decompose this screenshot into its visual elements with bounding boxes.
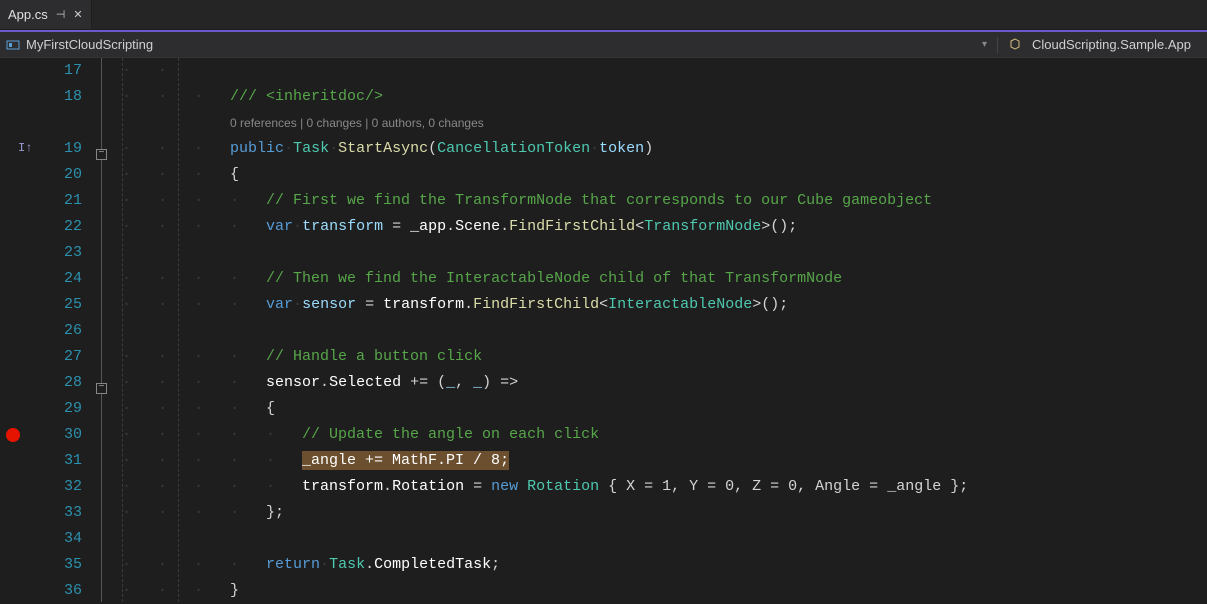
code-text: InteractableNode <box>608 296 752 313</box>
line-number: 24 <box>40 266 82 292</box>
code-text: , <box>455 374 473 391</box>
tab-bar: App.cs ⊣ ✕ <box>0 0 1207 30</box>
code-text: = <box>383 218 410 235</box>
code-text: _app <box>410 218 446 235</box>
code-text: TransformNode <box>644 218 761 235</box>
line-number: 18 <box>40 84 82 110</box>
code-text: transform <box>302 478 383 495</box>
line-number: 20 <box>40 162 82 188</box>
code-text: ) => <box>482 374 518 391</box>
code-text: transform <box>383 296 464 313</box>
chevron-down-icon[interactable]: ▾ <box>982 39 987 50</box>
line-number: 31 <box>40 448 82 474</box>
code-editor[interactable]: I↑ 17 18 19 20 21 22 23 24 25 26 27 28 2… <box>0 58 1207 602</box>
code-text: += ( <box>401 374 446 391</box>
code-text: = <box>464 478 491 495</box>
code-text: StartAsync <box>338 140 428 157</box>
line-number: 25 <box>40 292 82 318</box>
line-number: 28 <box>40 370 82 396</box>
line-number <box>40 110 82 136</box>
line-number: 21 <box>40 188 82 214</box>
code-text: { <box>266 400 275 417</box>
code-text: Scene <box>455 218 500 235</box>
line-number: 32 <box>40 474 82 500</box>
code-text: /// <inheritdoc/> <box>230 88 383 105</box>
breadcrumb: MyFirstCloudScripting ▾ CloudScripting.S… <box>0 30 1207 58</box>
code-text: // Handle a button click <box>266 348 482 365</box>
code-text: Rotation <box>527 478 599 495</box>
code-text: // Update the angle on each click <box>302 426 599 443</box>
code-text: return <box>266 556 320 573</box>
namespace-icon <box>6 38 20 52</box>
line-number: 22 <box>40 214 82 240</box>
code-text: Task <box>329 556 365 573</box>
code-text: _ <box>473 374 482 391</box>
line-number: 29 <box>40 396 82 422</box>
code-text: new <box>491 478 518 495</box>
code-text: // Then we find the InteractableNode chi… <box>266 270 842 287</box>
code-text: transform <box>302 218 383 235</box>
line-number-gutter: 17 18 19 20 21 22 23 24 25 26 27 28 29 3… <box>40 58 96 602</box>
breadcrumb-class[interactable]: CloudScripting.Sample.App <box>1032 37 1191 52</box>
code-text: sensor <box>266 374 320 391</box>
line-number: 23 <box>40 240 82 266</box>
breadcrumb-namespace[interactable]: MyFirstCloudScripting <box>26 37 153 52</box>
code-text: var <box>266 296 293 313</box>
line-number: 26 <box>40 318 82 344</box>
line-number: 17 <box>40 58 82 84</box>
code-text: Rotation <box>392 478 464 495</box>
current-statement: _angle += MathF.PI / 8; <box>302 451 509 470</box>
code-text: token <box>599 140 644 157</box>
code-text: = <box>356 296 383 313</box>
code-text: { <box>230 166 239 183</box>
line-number: 35 <box>40 552 82 578</box>
code-text: { X = 1, Y = 0, Z = 0, Angle = _angle }; <box>599 478 968 495</box>
code-text: Selected <box>329 374 401 391</box>
line-number: 33 <box>40 500 82 526</box>
code-text: } <box>230 582 239 599</box>
line-number: 27 <box>40 344 82 370</box>
separator <box>997 37 998 53</box>
breakpoint-icon[interactable] <box>6 428 20 442</box>
class-icon <box>1008 38 1022 52</box>
code-text: _ <box>446 374 455 391</box>
file-tab[interactable]: App.cs ⊣ ✕ <box>0 0 92 29</box>
fold-minus-icon[interactable]: − <box>96 149 107 160</box>
code-text: public <box>230 140 284 157</box>
tracking-arrow-icon: I↑ <box>18 141 32 155</box>
codelens-text[interactable]: 0 references | 0 changes | 0 authors, 0 … <box>230 116 484 130</box>
line-number: 19 <box>40 136 82 162</box>
code-text: FindFirstChild <box>473 296 599 313</box>
code-text: CancellationToken <box>437 140 590 157</box>
code-text: var <box>266 218 293 235</box>
fold-column[interactable]: − − <box>96 58 118 602</box>
code-text: sensor <box>302 296 356 313</box>
code-text: Task <box>293 140 329 157</box>
code-area[interactable]: · · · · · /// <inheritdoc/> 0 references… <box>118 58 1207 602</box>
close-icon[interactable]: ✕ <box>73 8 82 21</box>
tab-filename: App.cs <box>8 7 48 22</box>
code-text: CompletedTask <box>374 556 491 573</box>
code-text: FindFirstChild <box>509 218 635 235</box>
margin-column[interactable]: I↑ <box>0 58 40 602</box>
line-number: 36 <box>40 578 82 604</box>
pin-icon[interactable]: ⊣ <box>56 8 66 21</box>
line-number: 30 <box>40 422 82 448</box>
line-number: 34 <box>40 526 82 552</box>
code-text: }; <box>266 504 284 521</box>
code-text: // First we find the TransformNode that … <box>266 192 932 209</box>
fold-minus-icon[interactable]: − <box>96 383 107 394</box>
